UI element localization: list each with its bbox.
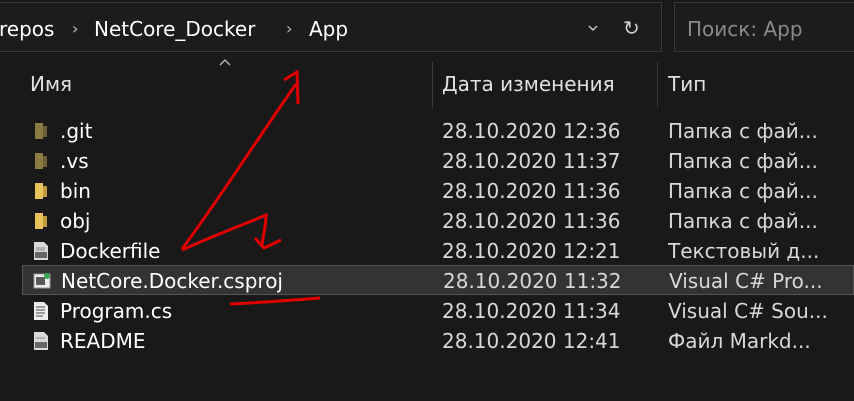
column-divider[interactable] xyxy=(432,62,433,108)
cs-file-icon xyxy=(34,302,48,320)
address-toolbar: repos › NetCore_Docker › App ↻ Поиск: Ap… xyxy=(0,0,854,60)
file-name: Dockerfile xyxy=(60,239,161,263)
file-type: Папка с фай... xyxy=(668,119,818,143)
address-bar[interactable]: repos › NetCore_Docker › App ↻ xyxy=(0,2,662,52)
file-name: bin xyxy=(60,179,91,203)
file-date: 28.10.2020 11:36 xyxy=(442,209,621,233)
chevron-right-icon[interactable]: › xyxy=(286,19,292,38)
file-type: Текстовый д... xyxy=(668,239,820,263)
csproj-file-icon xyxy=(33,273,51,289)
refresh-icon[interactable]: ↻ xyxy=(623,16,640,40)
file-name: NetCore.Docker.csproj xyxy=(61,269,283,293)
folder-icon xyxy=(35,183,47,199)
file-row-obj[interactable]: obj 28.10.2020 11:36 Папка с фай... xyxy=(22,206,854,236)
file-type: Папка с фай... xyxy=(668,209,818,233)
file-name: obj xyxy=(60,209,91,233)
breadcrumb-repos[interactable]: repos xyxy=(0,17,54,41)
file-date: 28.10.2020 12:21 xyxy=(442,239,621,263)
file-row-vs[interactable]: .vs 28.10.2020 11:37 Папка с фай... xyxy=(22,146,854,176)
file-name: .git xyxy=(60,119,93,143)
markdown-file-icon xyxy=(34,332,48,350)
file-date: 28.10.2020 11:37 xyxy=(442,149,621,173)
breadcrumb-netcore-docker[interactable]: NetCore_Docker xyxy=(94,17,255,41)
file-type: Файл Markd... xyxy=(668,329,811,353)
file-type: Папка с фай... xyxy=(668,179,818,203)
chevron-down-icon[interactable] xyxy=(588,23,598,33)
column-divider[interactable] xyxy=(657,62,658,108)
file-date: 28.10.2020 11:32 xyxy=(443,269,622,293)
file-row-dockerfile[interactable]: Dockerfile 28.10.2020 12:21 Текстовый д.… xyxy=(22,236,854,266)
folder-icon xyxy=(35,213,47,229)
file-date: 28.10.2020 11:36 xyxy=(442,179,621,203)
file-date: 28.10.2020 11:34 xyxy=(442,299,621,323)
folder-dim-icon xyxy=(35,123,47,139)
file-date: 28.10.2020 12:41 xyxy=(442,329,621,353)
file-name: Program.cs xyxy=(60,299,173,323)
text-file-icon xyxy=(34,242,48,260)
column-header: Имя Дата изменения Тип xyxy=(0,62,854,108)
column-name[interactable]: Имя xyxy=(30,72,72,96)
file-row-csproj[interactable]: NetCore.Docker.csproj 28.10.2020 11:32 V… xyxy=(22,265,854,295)
file-row-program-cs[interactable]: Program.cs 28.10.2020 11:34 Visual C# So… xyxy=(22,296,854,326)
file-name: .vs xyxy=(60,149,89,173)
file-row-git[interactable]: .git 28.10.2020 12:36 Папка с фай... xyxy=(22,116,854,146)
search-box[interactable]: Поиск: App xyxy=(674,2,854,52)
file-name: README xyxy=(60,329,146,353)
chevron-right-icon[interactable]: › xyxy=(72,19,78,38)
column-type[interactable]: Тип xyxy=(668,72,706,96)
breadcrumb-app[interactable]: App xyxy=(309,17,348,41)
folder-dim-icon xyxy=(35,153,47,169)
file-date: 28.10.2020 12:36 xyxy=(442,119,621,143)
file-type: Папка с фай... xyxy=(668,149,818,173)
search-placeholder[interactable]: Поиск: App xyxy=(687,17,803,41)
file-row-bin[interactable]: bin 28.10.2020 11:36 Папка с фай... xyxy=(22,176,854,206)
file-type: Visual C# Sou... xyxy=(668,299,828,323)
column-date[interactable]: Дата изменения xyxy=(442,72,615,96)
file-type: Visual C# Pro... xyxy=(669,269,823,293)
file-row-readme[interactable]: README 28.10.2020 12:41 Файл Markd... xyxy=(22,326,854,356)
